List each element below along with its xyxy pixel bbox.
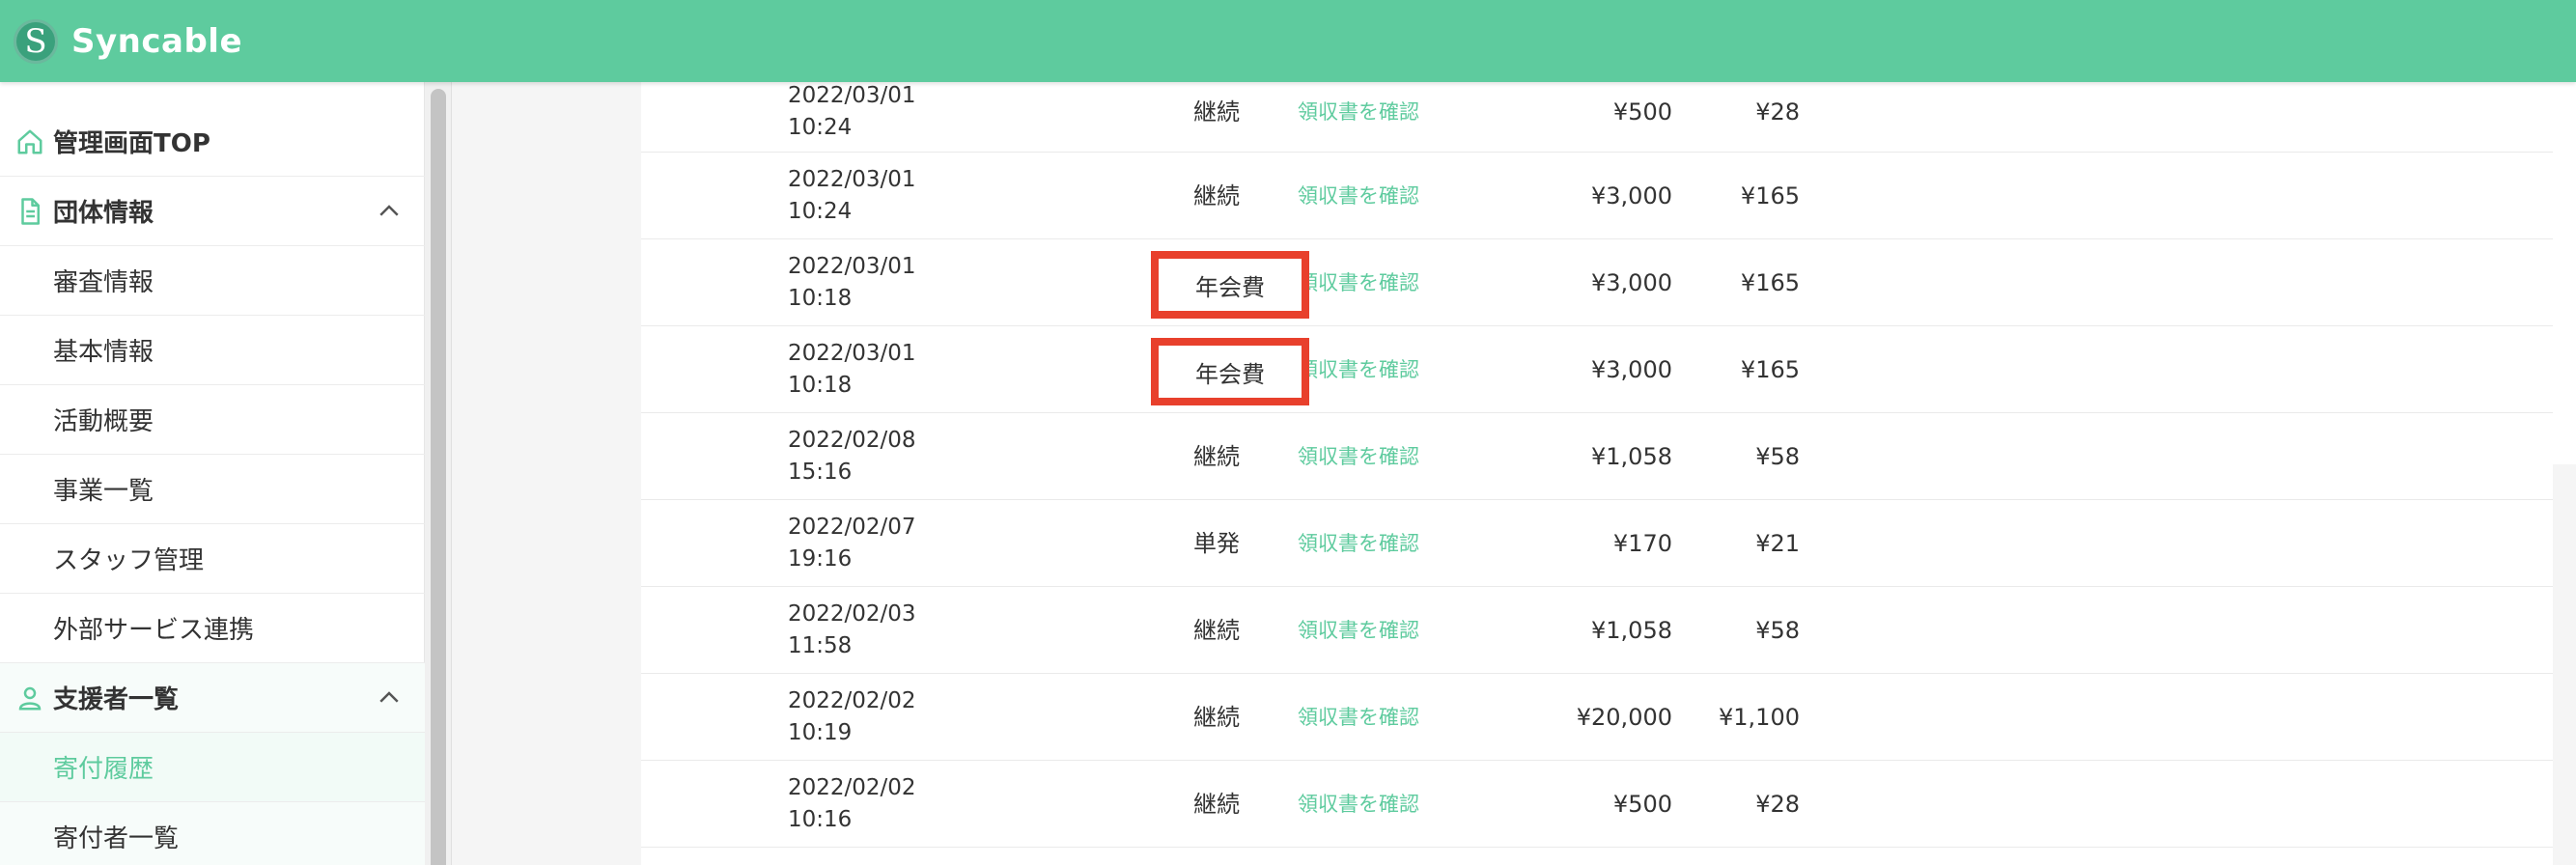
fee-cell: ¥28 bbox=[1755, 791, 1800, 818]
receipt-link[interactable]: 領収書を確認 bbox=[1298, 326, 1419, 413]
sidebar-group-label: 支援者一覧 bbox=[53, 685, 180, 714]
amount-cell: ¥20,000 bbox=[1576, 704, 1672, 731]
sidebar-scrollbar-thumb[interactable] bbox=[431, 89, 446, 865]
amount-cell: ¥1,058 bbox=[1591, 617, 1672, 644]
sidebar-item-label: 審査情報 bbox=[53, 268, 154, 297]
type-cell: 継続 bbox=[1193, 704, 1240, 731]
sidebar-group-label: 団体情報 bbox=[53, 199, 154, 228]
right-gutter bbox=[2553, 82, 2576, 464]
sidebar-item-staff[interactable]: スタッフ管理 bbox=[0, 524, 425, 594]
sidebar-item-review[interactable]: 審査情報 bbox=[0, 246, 425, 316]
annual-fee-highlight: 年会費 bbox=[1151, 338, 1309, 405]
sidebar-item-label: 管理画面TOP bbox=[53, 129, 210, 158]
receipt-link[interactable]: 領収書を確認 bbox=[1298, 239, 1419, 326]
sidebar-item-label: 外部サービス連携 bbox=[53, 616, 255, 645]
table-row: 2022/03/01 10:24 ¥500 ¥28 継続 領収書を確認 bbox=[641, 82, 2553, 153]
logo-icon[interactable]: S bbox=[14, 18, 58, 64]
fee-cell: ¥165 bbox=[1740, 182, 1800, 209]
amount-cell: ¥170 bbox=[1612, 530, 1672, 557]
sidebar-item-top[interactable]: 管理画面TOP bbox=[0, 107, 425, 177]
date-cell: 2022/02/02 10:16 bbox=[788, 775, 916, 832]
date-cell: 2022/02/02 10:19 bbox=[788, 688, 916, 745]
sidebar-item-label: スタッフ管理 bbox=[53, 546, 205, 575]
sidebar-item-label: 寄付者一覧 bbox=[53, 824, 180, 853]
fee-cell: ¥165 bbox=[1740, 356, 1800, 383]
donation-table: 2022/03/01 10:24 ¥500 ¥28 継続 領収書を確認 2022/… bbox=[641, 82, 2553, 865]
receipt-link[interactable]: 領収書を確認 bbox=[1298, 153, 1419, 239]
fee-cell: ¥21 bbox=[1755, 530, 1800, 557]
chevron-up-icon[interactable] bbox=[375, 197, 404, 226]
receipt-link[interactable]: 領収書を確認 bbox=[1298, 413, 1419, 500]
table-row: 2022/03/01 10:18 ¥3,000 ¥165 領収書を確認 年会費 bbox=[641, 326, 2553, 413]
amount-cell: ¥500 bbox=[1612, 98, 1672, 126]
annual-fee-highlight: 年会費 bbox=[1151, 251, 1309, 319]
sidebar-item-basic-info[interactable]: 基本情報 bbox=[0, 316, 425, 385]
date-cell: 2022/03/01 10:24 bbox=[788, 83, 916, 140]
receipt-link[interactable]: 領収書を確認 bbox=[1298, 761, 1419, 848]
type-cell: 単発 bbox=[1193, 530, 1240, 557]
sidebar-item-donors[interactable]: 寄付者一覧 bbox=[0, 802, 425, 865]
sidebar-item-projects[interactable]: 事業一覧 bbox=[0, 455, 425, 524]
date-cell: 2022/02/03 11:58 bbox=[788, 601, 916, 658]
fee-cell: ¥58 bbox=[1755, 443, 1800, 470]
table-row: 2022/02/02 10:16 ¥500 ¥28 継続 領収書を確認 bbox=[641, 761, 2553, 848]
fee-cell: ¥165 bbox=[1740, 269, 1800, 296]
table-row: 2022/02/03 11:58 ¥1,058 ¥58 継続 領収書を確認 bbox=[641, 587, 2553, 674]
date-cell: 2022/03/01 10:18 bbox=[788, 254, 916, 311]
amount-cell: ¥500 bbox=[1612, 791, 1672, 818]
fee-cell: ¥28 bbox=[1755, 98, 1800, 126]
fee-cell: ¥58 bbox=[1755, 617, 1800, 644]
app-name[interactable]: Syncable bbox=[71, 22, 242, 61]
sidebar-item-external-services[interactable]: 外部サービス連携 bbox=[0, 594, 425, 663]
type-cell: 継続 bbox=[1193, 443, 1240, 470]
date-cell: 2022/03/01 10:18 bbox=[788, 341, 916, 398]
type-cell: 継続 bbox=[1193, 617, 1240, 644]
table-row: 2022/03/01 10:18 ¥3,000 ¥165 領収書を確認 年会費 bbox=[641, 239, 2553, 326]
amount-cell: ¥3,000 bbox=[1591, 269, 1672, 296]
sidebar-item-label: 活動概要 bbox=[53, 407, 154, 436]
sidebar-item-label: 基本情報 bbox=[53, 338, 154, 367]
app-header: S Syncable bbox=[0, 0, 2576, 82]
date-cell: 2022/02/07 19:16 bbox=[788, 515, 916, 572]
sidebar-item-activity[interactable]: 活動概要 bbox=[0, 385, 425, 455]
sidebar-item-label: 寄付履歴 bbox=[53, 755, 154, 784]
document-icon bbox=[21, 197, 40, 225]
sidebar-group-organization[interactable]: 団体情報 bbox=[0, 177, 425, 246]
home-icon bbox=[17, 129, 42, 153]
amount-cell: ¥3,000 bbox=[1591, 182, 1672, 209]
type-cell: 継続 bbox=[1193, 182, 1240, 209]
amount-cell: ¥3,000 bbox=[1591, 356, 1672, 383]
user-icon bbox=[18, 686, 42, 710]
type-cell: 継続 bbox=[1193, 791, 1240, 818]
amount-cell: ¥1,058 bbox=[1591, 443, 1672, 470]
receipt-link[interactable]: 領収書を確認 bbox=[1298, 500, 1419, 587]
type-cell: 継続 bbox=[1193, 98, 1240, 126]
chevron-up-icon[interactable] bbox=[375, 684, 404, 712]
date-cell: 2022/03/01 10:24 bbox=[788, 167, 916, 224]
sidebar: 管理画面TOP 団体情報 審査情報 基本情報 活動概要 事業一覧 スタッフ管理 … bbox=[0, 82, 425, 865]
table-row: 2022/02/02 10:19 ¥20,000 ¥1,100 継続 領収書を確認 bbox=[641, 674, 2553, 761]
receipt-link[interactable]: 領収書を確認 bbox=[1298, 674, 1419, 761]
receipt-link[interactable]: 領収書を確認 bbox=[1298, 587, 1419, 674]
table-row: 2022/03/01 10:24 ¥3,000 ¥165 継続 領収書を確認 bbox=[641, 153, 2553, 239]
date-cell: 2022/02/08 15:16 bbox=[788, 428, 916, 485]
sidebar-group-supporters[interactable]: 支援者一覧 bbox=[0, 663, 425, 733]
sidebar-item-donation-history[interactable]: 寄付履歴 bbox=[0, 733, 425, 802]
receipt-link[interactable]: 領収書を確認 bbox=[1298, 82, 1419, 153]
table-row: 2022/02/07 19:16 ¥170 ¥21 単発 領収書を確認 bbox=[641, 500, 2553, 587]
fee-cell: ¥1,100 bbox=[1719, 704, 1800, 731]
table-row: 2022/02/08 15:16 ¥1,058 ¥58 継続 領収書を確認 bbox=[641, 413, 2553, 500]
sidebar-item-label: 事業一覧 bbox=[53, 477, 154, 506]
